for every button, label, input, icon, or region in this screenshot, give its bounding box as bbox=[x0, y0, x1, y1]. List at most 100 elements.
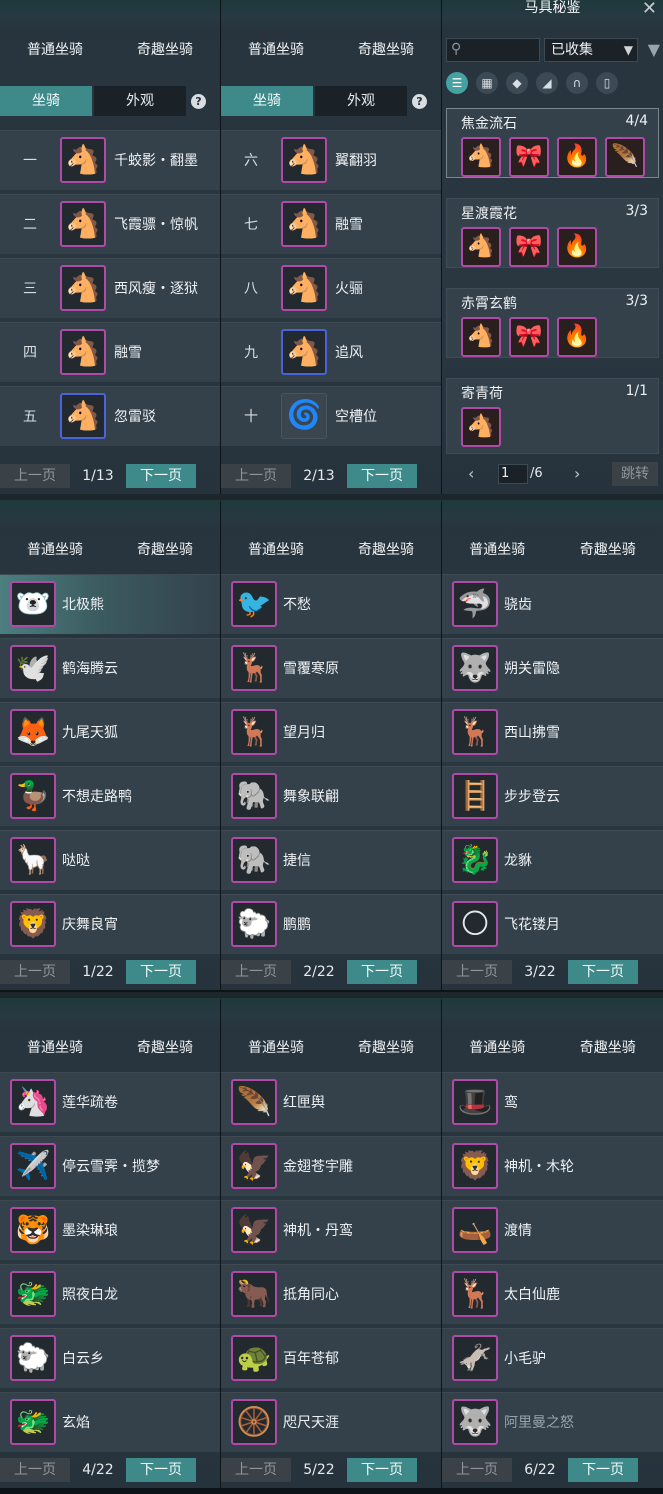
horseshoe-icon[interactable]: ∩ bbox=[566, 72, 588, 94]
list-icon[interactable]: ☰ bbox=[446, 72, 468, 94]
gear-piece-icon[interactable]: 🔥 bbox=[557, 227, 597, 267]
bridle-icon[interactable]: ◢ bbox=[536, 72, 558, 94]
mount-list-item[interactable]: 🐘 捷信 bbox=[221, 830, 441, 890]
mount-list-item[interactable]: 🛞 咫尺天涯 bbox=[221, 1392, 441, 1452]
mount-slot-row[interactable]: 四 🐴 融雪 bbox=[0, 322, 220, 382]
gear-piece-icon[interactable]: 🐴 bbox=[461, 317, 501, 357]
mount-list-item[interactable]: 🐯 墨染琳琅 bbox=[0, 1200, 220, 1260]
mount-list-item[interactable]: 🪶 红匣舆 bbox=[221, 1072, 441, 1132]
mount-list-item[interactable]: 🦁 庆舞良宵 bbox=[0, 894, 220, 954]
mount-list-item[interactable]: 🦌 雪覆寒原 bbox=[221, 638, 441, 698]
mount-list-item[interactable]: 🦆 不想走路鸭 bbox=[0, 766, 220, 826]
help-icon[interactable]: ? bbox=[191, 94, 206, 109]
next-page-button[interactable]: 下一页 bbox=[126, 464, 196, 488]
tab-normal-mounts[interactable]: 普通坐骑 bbox=[442, 1034, 553, 1062]
prev-page-button[interactable]: 上一页 bbox=[0, 1458, 70, 1482]
next-arrow-icon[interactable]: › bbox=[574, 462, 580, 486]
mount-list-item[interactable]: 🦅 金翅苍宇雕 bbox=[221, 1136, 441, 1196]
tab-fun-mounts[interactable]: 奇趣坐骑 bbox=[331, 536, 441, 564]
mount-list-item[interactable]: 🐺 阿里曼之怒 bbox=[442, 1392, 663, 1452]
tab-mount[interactable]: 坐骑 bbox=[0, 86, 92, 116]
mount-list-item[interactable]: 🦈 骁齿 bbox=[442, 574, 663, 634]
gear-piece-icon[interactable]: 🐴 bbox=[461, 407, 501, 447]
page-input[interactable]: 1 bbox=[498, 464, 528, 484]
help-icon[interactable]: ? bbox=[412, 94, 427, 109]
prev-page-button[interactable]: 上一页 bbox=[221, 960, 291, 984]
mount-list-item[interactable]: 🕊️ 鹤海腾云 bbox=[0, 638, 220, 698]
mount-slot-row[interactable]: 五 🐴 忽雷驳 bbox=[0, 386, 220, 446]
mount-list-item[interactable]: 🫏 小毛驴 bbox=[442, 1328, 663, 1388]
mount-list-item[interactable]: 🐻‍❄️ 北极熊 bbox=[0, 574, 220, 634]
mount-list-item[interactable]: 🛶 渡情 bbox=[442, 1200, 663, 1260]
next-page-button[interactable]: 下一页 bbox=[568, 1458, 638, 1482]
tab-normal-mounts[interactable]: 普通坐骑 bbox=[0, 36, 110, 64]
prev-page-button[interactable]: 上一页 bbox=[221, 1458, 291, 1482]
tab-normal-mounts[interactable]: 普通坐骑 bbox=[221, 36, 331, 64]
gear-piece-icon[interactable]: 🐴 bbox=[461, 137, 501, 177]
tab-fun-mounts[interactable]: 奇趣坐骑 bbox=[110, 36, 220, 64]
mount-list-item[interactable]: 🎩 鸾 bbox=[442, 1072, 663, 1132]
mount-list-item[interactable]: 🦄 莲华疏卷 bbox=[0, 1072, 220, 1132]
gear-set-group[interactable]: 寄青荷 1/1 🐴 bbox=[446, 378, 659, 454]
tab-normal-mounts[interactable]: 普通坐骑 bbox=[0, 536, 110, 564]
gear-piece-icon[interactable]: 🎀 bbox=[509, 317, 549, 357]
collect-filter-select[interactable]: 已收集 ▼ bbox=[544, 38, 638, 62]
gear-set-group[interactable]: 焦金流石 4/4 🐴 🎀 🔥 🪶 bbox=[446, 108, 659, 178]
mount-slot-row[interactable]: 六 🐴 翼翻羽 bbox=[221, 130, 441, 190]
mount-slot-row[interactable]: 二 🐴 飞霞骠・惊帆 bbox=[0, 194, 220, 254]
next-page-button[interactable]: 下一页 bbox=[568, 960, 638, 984]
mount-list-item[interactable]: 🐘 舞象联翩 bbox=[221, 766, 441, 826]
mount-slot-row[interactable]: 三 🐴 西风瘦・逐狱 bbox=[0, 258, 220, 318]
stirrup-icon[interactable]: ▯ bbox=[596, 72, 618, 94]
mount-list-item[interactable]: 🦅 神机・丹鸾 bbox=[221, 1200, 441, 1260]
gear-set-group[interactable]: 赤霄玄鹤 3/3 🐴 🎀 🔥 bbox=[446, 288, 659, 358]
prev-page-button[interactable]: 上一页 bbox=[0, 960, 70, 984]
saddle-icon[interactable]: ◆ bbox=[506, 72, 528, 94]
mount-list-item[interactable]: 🐲 玄焰 bbox=[0, 1392, 220, 1452]
tab-fun-mounts[interactable]: 奇趣坐骑 bbox=[553, 1034, 663, 1062]
mount-list-item[interactable]: 🐲 照夜白龙 bbox=[0, 1264, 220, 1324]
prev-page-button[interactable]: 上一页 bbox=[0, 464, 70, 488]
mount-list-item[interactable]: 🐺 朔关雷隐 bbox=[442, 638, 663, 698]
gear-piece-icon[interactable]: 🎀 bbox=[509, 137, 549, 177]
jump-button[interactable]: 跳转 bbox=[612, 462, 658, 486]
tab-normal-mounts[interactable]: 普通坐骑 bbox=[0, 1034, 110, 1062]
tab-appearance[interactable]: 外观 bbox=[315, 86, 407, 116]
next-page-button[interactable]: 下一页 bbox=[347, 464, 417, 488]
mount-list-item[interactable]: 🐑 鹏鹏 bbox=[221, 894, 441, 954]
search-input[interactable]: ⚲ bbox=[446, 38, 540, 62]
mount-list-item[interactable]: 🌕 飞花镂月 bbox=[442, 894, 663, 954]
mount-slot-row[interactable]: 九 🐴 追风 bbox=[221, 322, 441, 382]
mount-list-item[interactable]: 🪜 步步登云 bbox=[442, 766, 663, 826]
tab-fun-mounts[interactable]: 奇趣坐骑 bbox=[110, 1034, 220, 1062]
mount-list-item[interactable]: 🐦 不愁 bbox=[221, 574, 441, 634]
close-icon[interactable]: ✕ bbox=[642, 0, 657, 19]
mount-slot-row[interactable]: 一 🐴 千蛟影・翻墨 bbox=[0, 130, 220, 190]
tab-normal-mounts[interactable]: 普通坐骑 bbox=[442, 536, 553, 564]
filter-icon[interactable]: ▼ bbox=[648, 40, 660, 59]
next-page-button[interactable]: 下一页 bbox=[347, 1458, 417, 1482]
gear-piece-icon[interactable]: 🔥 bbox=[557, 137, 597, 177]
grid-icon[interactable]: ▦ bbox=[476, 72, 498, 94]
tab-normal-mounts[interactable]: 普通坐骑 bbox=[221, 1034, 331, 1062]
gear-piece-icon[interactable]: 🪶 bbox=[605, 137, 645, 177]
mount-slot-row[interactable]: 七 🐴 融雪 bbox=[221, 194, 441, 254]
mount-slot-row[interactable]: 十 🌀 空槽位 bbox=[221, 386, 441, 446]
tab-fun-mounts[interactable]: 奇趣坐骑 bbox=[331, 1034, 441, 1062]
prev-page-button[interactable]: 上一页 bbox=[442, 1458, 512, 1482]
next-page-button[interactable]: 下一页 bbox=[126, 960, 196, 984]
gear-piece-icon[interactable]: 🔥 bbox=[557, 317, 597, 357]
mount-list-item[interactable]: 🐑 白云乡 bbox=[0, 1328, 220, 1388]
next-page-button[interactable]: 下一页 bbox=[126, 1458, 196, 1482]
prev-page-button[interactable]: 上一页 bbox=[442, 960, 512, 984]
tab-appearance[interactable]: 外观 bbox=[94, 86, 186, 116]
mount-list-item[interactable]: 🦌 西山拂雪 bbox=[442, 702, 663, 762]
mount-list-item[interactable]: 🦌 太白仙鹿 bbox=[442, 1264, 663, 1324]
next-page-button[interactable]: 下一页 bbox=[347, 960, 417, 984]
tab-fun-mounts[interactable]: 奇趣坐骑 bbox=[110, 536, 220, 564]
prev-page-button[interactable]: 上一页 bbox=[221, 464, 291, 488]
gear-piece-icon[interactable]: 🐴 bbox=[461, 227, 501, 267]
mount-list-item[interactable]: 🦌 望月归 bbox=[221, 702, 441, 762]
mount-slot-row[interactable]: 八 🐴 火骊 bbox=[221, 258, 441, 318]
gear-piece-icon[interactable]: 🎀 bbox=[509, 227, 549, 267]
